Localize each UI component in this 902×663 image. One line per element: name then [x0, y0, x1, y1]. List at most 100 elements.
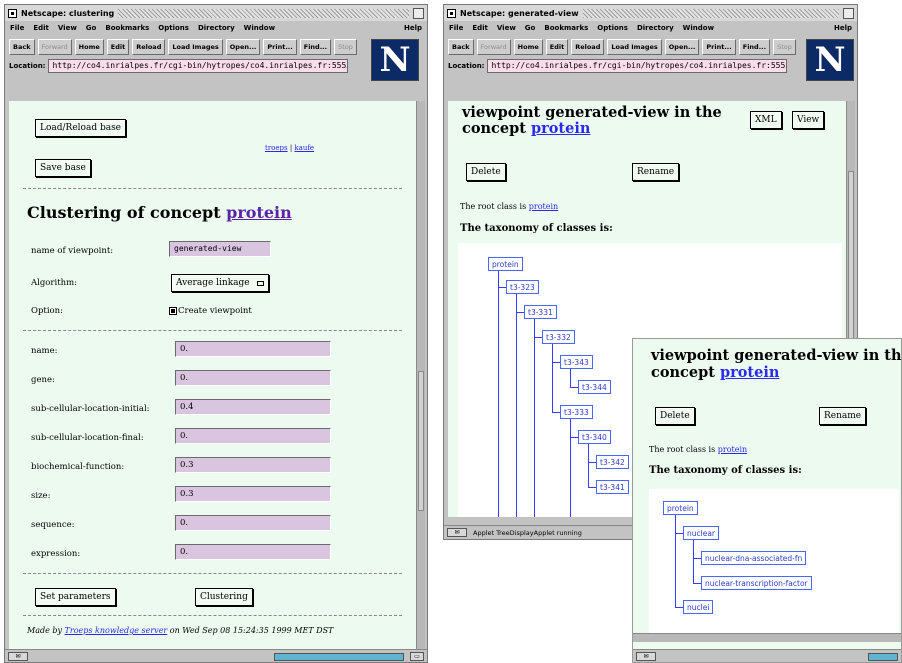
delete-button[interactable]: Delete: [655, 407, 695, 425]
reload-button[interactable]: Reload: [132, 39, 166, 55]
maximize-icon[interactable]: [413, 7, 424, 19]
menu-go[interactable]: Go: [86, 24, 97, 35]
print-button[interactable]: Print...: [263, 39, 297, 55]
menu-view[interactable]: View: [497, 24, 516, 35]
menu-help[interactable]: Help: [404, 24, 422, 35]
tree-node-nuclei[interactable]: nuclei: [683, 600, 714, 614]
tree-node[interactable]: nuclear-transcription-factor: [701, 576, 812, 590]
checkbox-checked-icon[interactable]: [169, 307, 177, 315]
load-reload-base-button[interactable]: Load/Reload base: [35, 119, 127, 137]
tree-node[interactable]: t3-343: [560, 355, 593, 369]
stop-button[interactable]: Stop: [773, 39, 796, 55]
delete-button[interactable]: Delete: [466, 163, 506, 181]
reload-button[interactable]: Reload: [571, 39, 605, 55]
location-field[interactable]: http://co4.inrialpes.fr/cgi-bin/hytropes…: [48, 59, 349, 73]
horizontal-scrollbar[interactable]: [633, 633, 901, 642]
menu-file[interactable]: File: [449, 24, 463, 35]
title-bar[interactable]: Netscape: clustering: [5, 5, 427, 21]
security-key-icon[interactable]: ✉: [636, 652, 656, 661]
menu-view[interactable]: View: [58, 24, 77, 35]
tree-node[interactable]: t3-323: [506, 280, 539, 294]
menu-edit[interactable]: Edit: [472, 24, 488, 35]
vertical-scrollbar[interactable]: [416, 101, 425, 649]
menu-options[interactable]: Options: [158, 24, 189, 35]
algorithm-select[interactable]: Average linkage: [171, 274, 269, 292]
tree-node-protein[interactable]: protein: [663, 501, 698, 515]
edit-button[interactable]: Edit: [106, 39, 130, 55]
menu-window[interactable]: Window: [683, 24, 714, 35]
edit-button[interactable]: Edit: [545, 39, 569, 55]
expression-weight-input[interactable]: 0.: [175, 544, 331, 560]
location-field[interactable]: http://co4.inrialpes.fr/cgi-bin/hytropes…: [487, 59, 788, 73]
forward-button[interactable]: Forward: [476, 39, 511, 55]
home-button[interactable]: Home: [513, 39, 543, 55]
load-images-button[interactable]: Load Images: [168, 39, 223, 55]
final-location-weight-input[interactable]: 0.: [175, 428, 331, 444]
tree-node[interactable]: t3-332: [542, 330, 575, 344]
stop-button[interactable]: Stop: [334, 39, 357, 55]
window-menu-icon[interactable]: [447, 8, 456, 18]
tree-node-protein[interactable]: protein: [488, 257, 523, 271]
open-button[interactable]: Open...: [664, 39, 700, 55]
rename-button[interactable]: Rename: [632, 163, 680, 181]
find-button[interactable]: Find...: [299, 39, 332, 55]
scroll-thumb[interactable]: [418, 371, 424, 511]
security-key-icon[interactable]: ✉: [8, 652, 28, 661]
rename-button[interactable]: Rename: [819, 407, 867, 425]
set-parameters-button[interactable]: Set parameters: [35, 588, 116, 606]
menu-edit[interactable]: Edit: [33, 24, 49, 35]
name-weight-input[interactable]: 0.: [175, 341, 331, 357]
maximize-icon[interactable]: [843, 7, 854, 19]
tree-node[interactable]: t3-333: [560, 405, 593, 419]
biochemical-function-weight-input[interactable]: 0.3: [175, 457, 331, 473]
menu-directory[interactable]: Directory: [637, 24, 674, 35]
menu-options[interactable]: Options: [597, 24, 628, 35]
menu-window[interactable]: Window: [244, 24, 275, 35]
scroll-thumb[interactable]: [848, 171, 854, 351]
home-button[interactable]: Home: [74, 39, 104, 55]
create-viewpoint-option[interactable]: Create viewpoint: [169, 306, 252, 316]
security-key-icon[interactable]: ✉: [447, 528, 467, 537]
menu-file[interactable]: File: [10, 24, 24, 35]
tree-node[interactable]: nuclear-dna-associated-fn: [701, 551, 807, 565]
menu-help[interactable]: Help: [834, 24, 852, 35]
gene-weight-input[interactable]: 0.: [175, 370, 331, 386]
load-images-button[interactable]: Load Images: [607, 39, 662, 55]
view-button[interactable]: View: [792, 111, 825, 129]
forward-button[interactable]: Forward: [37, 39, 72, 55]
tree-node[interactable]: t3-340: [578, 430, 611, 444]
root-protein-link[interactable]: protein: [718, 445, 747, 454]
back-button[interactable]: Back: [9, 39, 35, 55]
window-menu-icon[interactable]: [8, 8, 17, 18]
open-button[interactable]: Open...: [225, 39, 261, 55]
tree-node[interactable]: t3-342: [596, 455, 629, 469]
save-base-button[interactable]: Save base: [35, 159, 91, 177]
kaufe-link[interactable]: kaufe: [294, 144, 314, 152]
sequence-weight-input[interactable]: 0.: [175, 515, 331, 531]
title-bar[interactable]: Netscape: generated-view: [444, 5, 857, 21]
troeps-link[interactable]: troeps: [265, 144, 288, 152]
find-button[interactable]: Find...: [738, 39, 771, 55]
back-button[interactable]: Back: [448, 39, 474, 55]
clustering-button[interactable]: Clustering: [195, 588, 253, 606]
concept-protein-link[interactable]: protein: [226, 203, 292, 222]
tree-node-nuclear[interactable]: nuclear: [683, 526, 720, 540]
root-protein-link[interactable]: protein: [529, 202, 558, 211]
print-button[interactable]: Print...: [702, 39, 736, 55]
xml-button[interactable]: XML: [750, 111, 782, 129]
tree-node[interactable]: t3-331: [524, 305, 557, 319]
concept-protein-link[interactable]: protein: [531, 120, 590, 137]
tree-applet[interactable]: protein nuclear nuclear-dna-associated-f…: [649, 489, 899, 639]
menu-directory[interactable]: Directory: [198, 24, 235, 35]
troeps-server-link[interactable]: Troeps knowledge server: [65, 626, 168, 635]
tree-node[interactable]: t3-341: [596, 480, 629, 494]
viewpoint-name-input[interactable]: generated-view: [169, 241, 271, 257]
concept-protein-link[interactable]: protein: [720, 364, 779, 381]
menu-bookmarks[interactable]: Bookmarks: [544, 24, 588, 35]
size-weight-input[interactable]: 0.3: [175, 486, 331, 502]
menu-go[interactable]: Go: [525, 24, 536, 35]
initial-location-weight-input[interactable]: 0.4: [175, 399, 331, 415]
menu-bookmarks[interactable]: Bookmarks: [105, 24, 149, 35]
mail-icon[interactable]: ▭: [410, 652, 424, 661]
tree-node[interactable]: t3-344: [578, 380, 611, 394]
